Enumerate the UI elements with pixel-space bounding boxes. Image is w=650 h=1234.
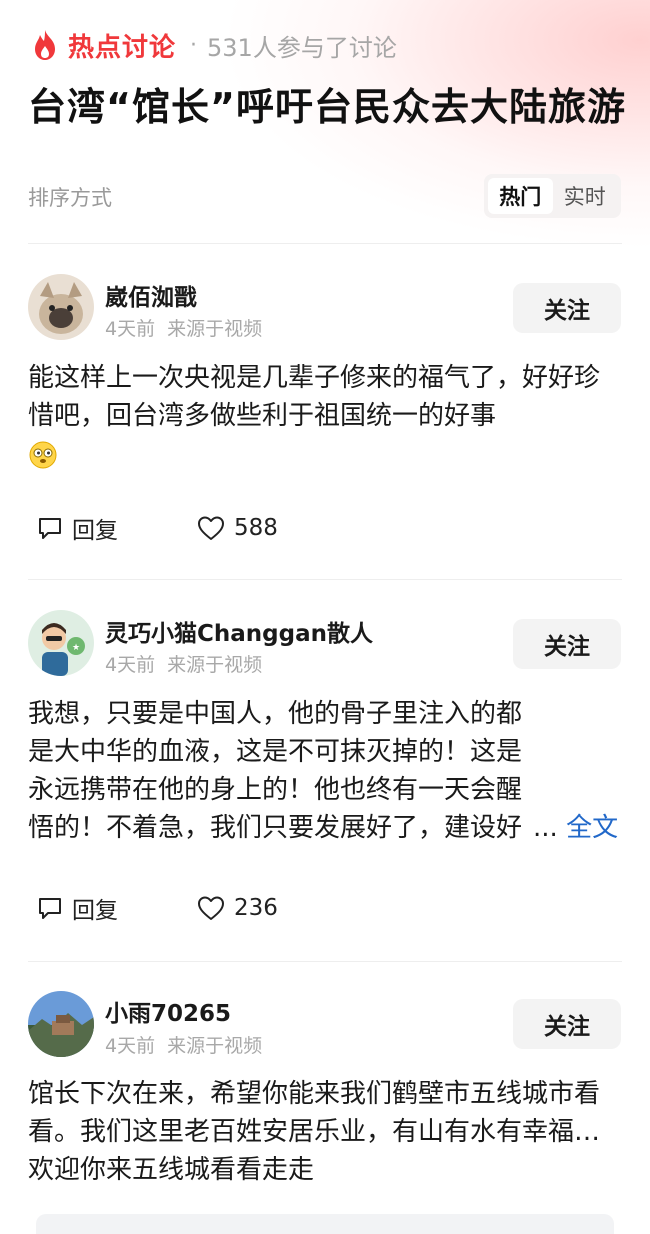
separator-dot: ·	[190, 32, 198, 58]
more-ellipsis: ...	[533, 813, 558, 843]
full-text-label: 全文	[566, 813, 619, 843]
follow-button[interactable]: 关注	[513, 999, 621, 1049]
reply-button[interactable]: 回复	[36, 891, 118, 925]
participant-count: 531人参与了讨论	[207, 33, 397, 62]
comment-text: 能这样上一次央视是几辈子修来的福气了，好好珍惜吧，回台湾多做些利于祖国统一的好事	[28, 359, 622, 473]
username[interactable]: 崴佰洳戬	[105, 278, 197, 312]
like-count: 236	[234, 895, 278, 921]
comment-icon	[39, 518, 61, 539]
comment-actions: 回复 588	[36, 510, 278, 546]
comment-time: 4天前	[105, 1035, 156, 1057]
comment-source: 来源于视频	[167, 654, 263, 676]
comment-time: 4天前	[105, 318, 156, 340]
avatar[interactable]	[28, 274, 94, 340]
sort-toggle: 热门 实时	[484, 174, 621, 218]
comment-actions: 回复 236	[36, 890, 278, 926]
avatar[interactable]	[28, 991, 94, 1057]
like-count: 588	[234, 515, 278, 541]
comment-body: 馆长下次在来，希望你能来我们鹤壁市五线城市看看。我们这里老百姓安居乐业，有山有水…	[28, 1079, 601, 1185]
username[interactable]: 小雨70265	[105, 994, 231, 1028]
username[interactable]: 灵巧小猫Changgan散人	[105, 614, 373, 648]
follow-button[interactable]: 关注	[513, 283, 621, 333]
divider	[28, 579, 622, 580]
discussion-page: 热点讨论 · 531人参与了讨论 台湾“馆长”呼吁台民众去大陆旅游 排序方式 热…	[0, 0, 650, 1234]
svg-text:★: ★	[72, 643, 80, 653]
topic-title: 台湾“馆长”呼吁台民众去大陆旅游	[28, 85, 626, 129]
comment-body: 我想，只要是中国人，他的骨子里注入的都是大中华的血液，这是不可抹灭掉的！这是永远…	[28, 699, 523, 843]
heart-icon	[198, 516, 224, 540]
like-button[interactable]: 236	[196, 894, 278, 922]
like-button[interactable]: 588	[196, 514, 278, 542]
comment-body: 能这样上一次央视是几辈子修来的福气了，好好珍惜吧，回台湾多做些利于祖国统一的好事	[28, 363, 601, 431]
sort-option-hot[interactable]: 热门	[488, 178, 553, 214]
comment-time: 4天前	[105, 654, 156, 676]
comment-source: 来源于视频	[167, 318, 263, 340]
flame-icon	[28, 28, 62, 62]
follow-button[interactable]: 关注	[513, 619, 621, 669]
divider	[28, 961, 622, 962]
divider	[28, 243, 622, 244]
sort-option-latest[interactable]: 实时	[553, 178, 618, 214]
comment-source: 来源于视频	[167, 1035, 263, 1057]
reply-label: 回复	[72, 898, 118, 924]
section-label: 热点讨论	[68, 32, 177, 63]
reply-label: 回复	[72, 518, 118, 544]
comment-meta: 4天前 来源于视频	[105, 314, 274, 341]
reply-button[interactable]: 回复	[36, 511, 118, 545]
reply-preview-box[interactable]	[36, 1214, 614, 1234]
comment-meta: 4天前 来源于视频	[105, 1031, 274, 1058]
expand-text-link[interactable]: ... 全文	[533, 809, 618, 847]
avatar[interactable]: ★	[28, 610, 94, 676]
heart-icon	[198, 896, 224, 920]
comment-meta: 4天前 来源于视频	[105, 650, 274, 677]
sort-label: 排序方式	[28, 186, 112, 210]
comment-icon	[39, 898, 61, 919]
dizzy-face-emoji-icon	[28, 440, 58, 470]
hot-discussion-header: 热点讨论 · 531人参与了讨论	[28, 28, 397, 63]
